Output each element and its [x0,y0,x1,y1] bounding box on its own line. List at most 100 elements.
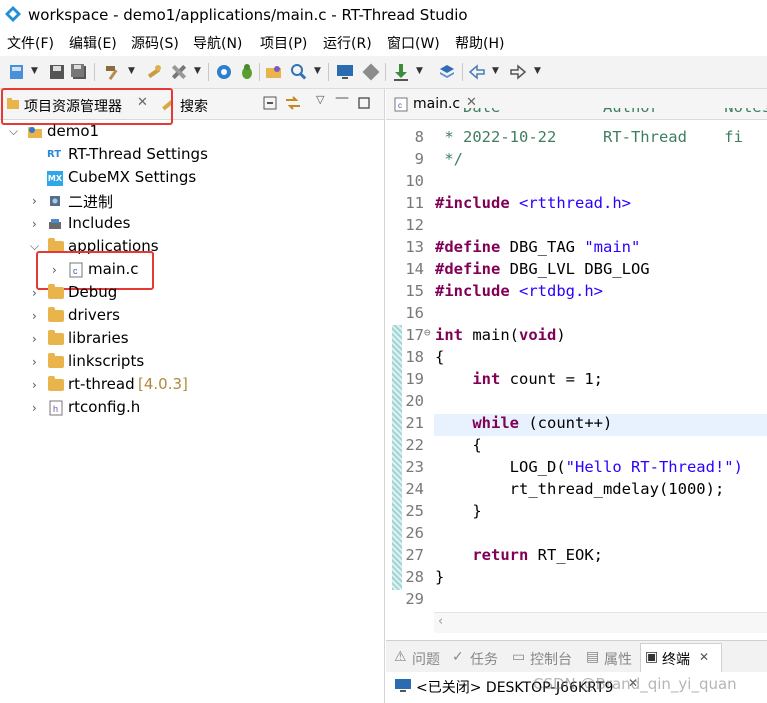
tab-properties[interactable]: 属性 [604,649,632,669]
back-arrow-icon[interactable] [468,63,486,81]
collapse-all-icon[interactable] [263,96,277,110]
tree-item-debug[interactable]: › Debug [0,283,384,305]
search-dropdown-icon[interactable]: ▼ [314,66,321,76]
folder-icon [48,376,64,391]
monitor-icon[interactable] [336,63,354,81]
includes-icon [49,219,61,229]
download-icon[interactable] [392,63,410,81]
save-icon[interactable] [48,63,66,81]
tree-item-binaries[interactable]: › 二进制 [0,191,384,213]
code-line: 25 } [405,502,482,520]
menu-edit[interactable]: 编辑(E) [69,33,117,53]
tree-label: rt-thread [68,375,135,393]
layers-icon[interactable] [438,63,456,81]
tree-label: RT-Thread Settings [68,145,208,163]
menu-project[interactable]: 项目(P) [260,33,307,53]
tab-search[interactable]: 搜索 [180,96,208,116]
download-dropdown-icon[interactable]: ▼ [416,66,423,76]
maximize-icon[interactable] [358,97,370,109]
project-folder-icon [28,127,42,138]
tree-item-project[interactable]: ⌵ demo1 [0,122,384,144]
tools-dropdown-icon[interactable]: ▼ [194,66,201,76]
menu-bar: 文件(F) 编辑(E) 源码(S) 导航(N) 项目(P) 运行(R) 窗口(W… [0,30,767,54]
tools-icon[interactable] [170,63,188,81]
forward-dropdown-icon[interactable]: ▼ [534,66,541,76]
tree-label: 二进制 [68,193,114,211]
horizontal-scrollbar[interactable]: ‹ [434,612,767,633]
console-icon: ▭ [512,649,526,665]
problems-icon: ⚠ [394,649,407,665]
link-editor-icon[interactable] [284,95,302,111]
menu-navigate[interactable]: 导航(N) [193,33,242,53]
view-menu-icon[interactable]: ▽ [316,93,324,106]
terminal-tab-close-icon[interactable]: ✕ [699,650,709,664]
tab-console[interactable]: 控制台 [530,649,572,669]
sdk-icon[interactable] [362,63,380,81]
code-line-partial: * Date Author Notes [386,108,767,120]
tree-item-rt-thread[interactable]: › rt-thread [4.0.3] [0,375,384,397]
title-bar: workspace - demo1/applications/main.c - … [0,0,767,30]
code-line: 16 [405,304,424,322]
tasks-icon: ✓ [452,649,464,665]
code-line: 22 { [405,436,482,454]
code-line: 12 [405,216,424,234]
code-line: 20 [405,392,424,410]
tree-item-includes[interactable]: › Includes [0,214,384,236]
tree-label: Debug [68,283,118,301]
terminal-monitor-icon [395,679,411,692]
save-all-icon[interactable] [70,63,88,81]
new-icon[interactable] [8,63,26,81]
menu-run[interactable]: 运行(R) [323,33,372,53]
tab-problems[interactable]: 问题 [412,649,440,669]
forward-arrow-icon[interactable] [509,63,527,81]
new-dropdown-icon[interactable]: ▼ [31,66,38,76]
build-dropdown-icon[interactable]: ▼ [128,66,135,76]
back-dropdown-icon[interactable]: ▼ [492,66,499,76]
tree-label-project: demo1 [47,122,100,140]
tree-label: linkscripts [68,352,145,370]
tree-item-drivers[interactable]: › drivers [0,306,384,328]
tree-label: CubeMX Settings [68,168,197,186]
code-line: 8 * 2022-10-22 RT-Thread fi [414,128,743,146]
open-folder-icon[interactable] [265,63,283,81]
code-line: 11 #include <rtthread.h> [405,194,631,212]
code-line: 13 #define DBG_TAG "main" [405,238,641,256]
tree-item-libraries[interactable]: › libraries [0,329,384,351]
fold-icon[interactable]: ⊖ [424,326,431,339]
tree-item-linkscripts[interactable]: › linkscripts [0,352,384,374]
code-line-current: 21 while (count++) [405,414,613,432]
scroll-left-icon[interactable]: ‹ [438,614,443,629]
tree-label: libraries [68,329,129,347]
code-line: 10 [405,172,424,190]
code-line: 24 rt_thread_mdelay(1000); [405,480,725,498]
tab-tasks[interactable]: 任务 [470,649,498,669]
debug-bug-icon[interactable] [238,63,256,81]
code-line: 27 return RT_EOK; [405,546,603,564]
code-line: 23 LOG_D("Hello RT-Thread!") [405,458,743,476]
menu-file[interactable]: 文件(F) [7,33,54,53]
tree-label: drivers [68,306,120,324]
tree-item-rtconfig-h[interactable]: › h rtconfig.h [0,398,384,420]
clean-icon[interactable] [145,63,163,81]
code-line: 9 */ [414,150,463,168]
menu-window[interactable]: 窗口(W) [387,33,440,53]
tree-label: Includes [68,214,131,232]
folder-icon [48,353,64,368]
code-line: 19 int count = 1; [405,370,603,388]
code-line: 15 #include <rtdbg.h> [405,282,603,300]
tree-item-cubemx-settings[interactable]: MX CubeMX Settings [0,168,384,190]
menu-help[interactable]: 帮助(H) [455,33,504,53]
rt-settings-icon: RT [47,149,62,160]
minimize-icon[interactable]: — [335,90,349,106]
menu-source[interactable]: 源码(S) [131,33,179,53]
cubemx-icon: MX [47,171,63,186]
tab-terminal[interactable]: 终端 [662,649,690,669]
build-hammer-icon[interactable] [104,63,122,81]
version-badge: [4.0.3] [138,375,188,393]
rt-thread-logo-icon [5,6,21,22]
search-icon[interactable] [290,63,308,81]
settings-gear-icon[interactable] [215,63,233,81]
folder-icon [48,284,64,299]
tree-item-rt-thread-settings[interactable]: RT RT-Thread Settings [0,145,384,167]
svg-text:h: h [53,404,58,414]
